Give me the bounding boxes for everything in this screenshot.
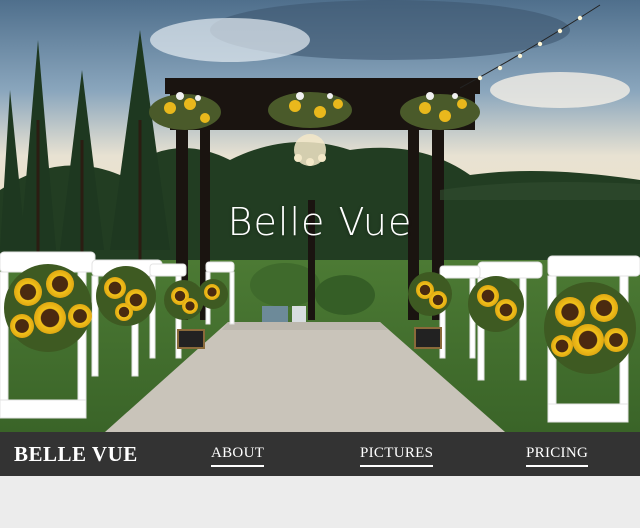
nav-link-about[interactable]: ABOUT (211, 445, 265, 467)
brand-logo-text[interactable]: BELLE VUE (14, 442, 138, 467)
page-content-area (0, 476, 640, 528)
hero-banner: Belle Vue (0, 0, 640, 432)
nav-link-pricing[interactable]: PRICING (526, 445, 589, 467)
hero-title: Belle Vue (227, 200, 413, 244)
nav-link-pictures[interactable]: PICTURES (360, 445, 434, 467)
top-navbar: BELLE VUE ABOUT PICTURES PRICING (0, 432, 640, 476)
